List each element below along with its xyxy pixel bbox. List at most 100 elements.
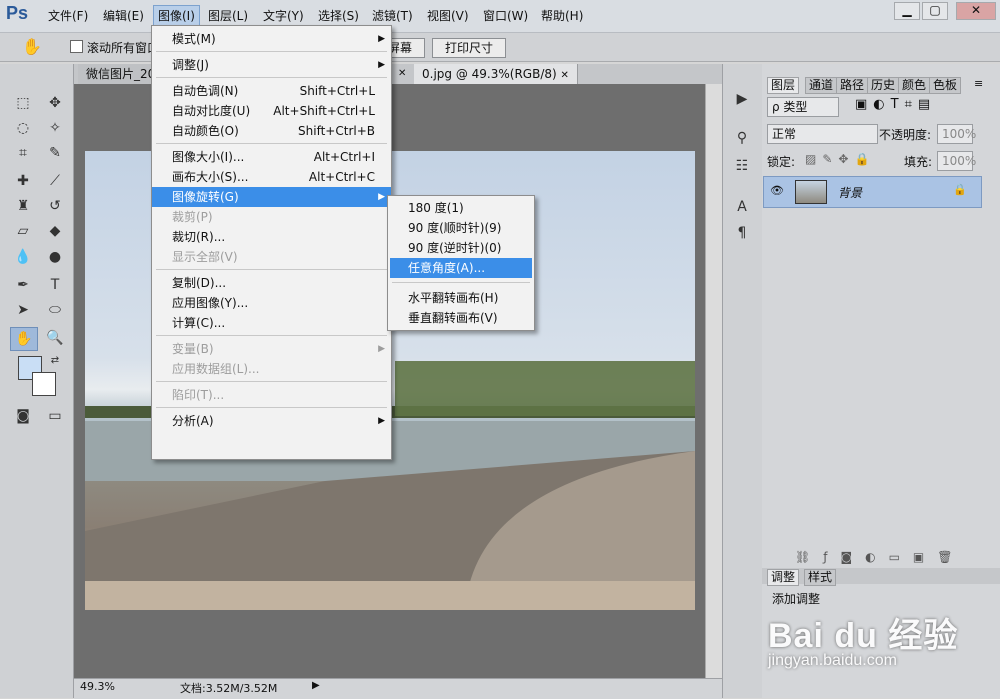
minimize-button[interactable]: ▁ <box>894 2 920 20</box>
menu-filter[interactable]: 滤镜(T) <box>372 7 413 24</box>
paragraph-icon[interactable]: ¶ <box>729 222 755 244</box>
stamp-tool-icon[interactable]: ♜ <box>10 195 36 217</box>
rotation-menu-item[interactable]: 垂直翻转画布(V) <box>390 308 532 328</box>
history-brush-icon[interactable]: ↺ <box>42 195 68 217</box>
swap-colors-icon[interactable]: ⇄ <box>42 350 68 372</box>
layer-filter-select[interactable]: ρ 类型 <box>767 97 839 117</box>
path-select-icon[interactable]: ➤ <box>10 299 36 321</box>
image-menu-item[interactable]: 图像大小(I)... Alt+Ctrl+I <box>152 147 391 167</box>
scroll-all-checkbox[interactable] <box>70 40 83 53</box>
submenu-arrow-icon: ▶ <box>378 344 385 354</box>
hand-tool-icon[interactable]: ✋ <box>22 37 42 56</box>
tab-history[interactable]: 历史 <box>867 77 900 94</box>
zoom-tool-icon[interactable]: 🔍 <box>42 327 68 349</box>
menu-help[interactable]: 帮助(H) <box>541 7 583 24</box>
visibility-eye-icon[interactable]: 👁 <box>770 184 784 197</box>
vertical-scrollbar[interactable] <box>705 84 723 678</box>
image-menu-item[interactable]: 图像旋转(G) ▶ <box>152 187 391 207</box>
lock-icons[interactable]: ▨✎✥🔒 <box>805 152 875 166</box>
menu-item-label: 图像旋转(G) <box>172 190 239 204</box>
image-menu-item[interactable]: 变量(B) ▶ <box>152 339 391 359</box>
background-color-swatch[interactable] <box>32 372 56 396</box>
status-arrow-icon[interactable]: ▶ <box>312 680 320 691</box>
print-size-button[interactable]: 打印尺寸 <box>432 38 507 58</box>
tab-swatches[interactable]: 色板 <box>929 77 962 94</box>
type-tool-icon[interactable]: T <box>42 274 68 296</box>
tab-color[interactable]: 颜色 <box>898 77 931 94</box>
layer-filter-icons[interactable]: ▣◐T⌗▤ <box>855 97 936 112</box>
marquee-tool-icon[interactable]: ⬚ <box>10 92 36 114</box>
panel-menu-icon[interactable]: ≡ <box>974 77 983 90</box>
magic-wand-icon[interactable]: ✧ <box>42 117 68 139</box>
fill-input[interactable]: 100% <box>937 151 976 171</box>
brush-presets-icon[interactable]: ⚲ <box>729 127 755 149</box>
lasso-tool-icon[interactable]: ◌ <box>10 117 36 139</box>
image-menu-item[interactable]: 自动色调(N) Shift+Ctrl+L <box>152 81 391 101</box>
menu-file[interactable]: 文件(F) <box>48 7 88 24</box>
fill-label: 填充: <box>904 155 933 169</box>
menu-separator <box>392 282 530 283</box>
image-menu-item[interactable]: 应用数据组(L)... <box>152 359 391 379</box>
healing-brush-icon[interactable]: ✚ <box>10 170 36 192</box>
sliders-icon[interactable]: ☷ <box>729 155 755 177</box>
menu-view[interactable]: 视图(V) <box>427 7 469 24</box>
tab-channels[interactable]: 通道 <box>805 77 838 94</box>
image-menu-item[interactable]: 画布大小(S)... Alt+Ctrl+C <box>152 167 391 187</box>
move-tool-icon[interactable]: ✥ <box>42 92 68 114</box>
character-icon[interactable]: A <box>729 196 755 218</box>
layer-name[interactable]: 背景 <box>838 184 862 201</box>
rotation-menu-item[interactable]: 任意角度(A)... <box>390 258 532 278</box>
tab-paths[interactable]: 路径 <box>836 77 869 94</box>
rotation-menu-item[interactable]: 90 度(顺时针)(9) <box>390 218 532 238</box>
image-menu-item[interactable]: 计算(C)... <box>152 313 391 333</box>
menu-item-shortcut: Alt+Shift+Ctrl+L <box>273 104 375 118</box>
eraser-tool-icon[interactable]: ▱ <box>10 220 36 242</box>
image-menu-item[interactable]: 分析(A) ▶ <box>152 411 391 431</box>
tab-styles[interactable]: 样式 <box>804 569 837 586</box>
close-icon[interactable]: ✕ <box>561 70 569 81</box>
paint-bucket-icon[interactable]: ◆ <box>42 220 68 242</box>
menu-layer[interactable]: 图层(L) <box>208 7 248 24</box>
image-menu-item[interactable]: 裁切(R)... <box>152 227 391 247</box>
ellipse-tool-icon[interactable]: ⬭ <box>42 299 68 321</box>
pen-tool-icon[interactable]: ✒ <box>10 274 36 296</box>
zoom-level[interactable]: 49.3% <box>80 680 115 693</box>
image-menu-item[interactable]: 陷印(T)... <box>152 385 391 405</box>
layer-lock-icon: 🔒 <box>953 183 967 196</box>
maximize-button[interactable]: ▢ <box>922 2 948 20</box>
layer-actions-bar[interactable]: ⛓ƒ◙◐▭▣🗑 <box>795 550 965 564</box>
brush-tool-icon[interactable]: ⟋ <box>42 170 68 192</box>
close-button[interactable]: ✕ <box>956 2 996 20</box>
crop-tool-icon[interactable]: ⌗ <box>10 142 36 164</box>
image-menu-item[interactable]: 应用图像(Y)... <box>152 293 391 313</box>
dodge-tool-icon[interactable]: ● <box>42 246 68 268</box>
image-menu-item[interactable]: 调整(J) ▶ <box>152 55 391 75</box>
image-menu-item[interactable]: 自动颜色(O) Shift+Ctrl+B <box>152 121 391 141</box>
menu-type[interactable]: 文字(Y) <box>263 7 304 24</box>
image-menu-item[interactable]: 裁剪(P) <box>152 207 391 227</box>
hand-tool-active-icon[interactable]: ✋ <box>10 327 38 351</box>
image-menu-item[interactable]: 模式(M) ▶ <box>152 29 391 49</box>
menu-window[interactable]: 窗口(W) <box>483 7 528 24</box>
image-menu-item[interactable]: 复制(D)... <box>152 273 391 293</box>
menu-separator <box>156 381 387 382</box>
image-menu-item[interactable]: 自动对比度(U) Alt+Shift+Ctrl+L <box>152 101 391 121</box>
tab-layers[interactable]: 图层 <box>767 77 800 94</box>
menu-select[interactable]: 选择(S) <box>318 7 359 24</box>
rotation-menu-item[interactable]: 90 度(逆时针)(0) <box>390 238 532 258</box>
rotation-menu-item[interactable]: 180 度(1) <box>390 198 532 218</box>
menu-image[interactable]: 图像(I) <box>153 5 200 26</box>
eyedropper-icon[interactable]: ✎ <box>42 142 68 164</box>
menu-edit[interactable]: 编辑(E) <box>103 7 144 24</box>
play-icon[interactable]: ▶ <box>729 88 755 110</box>
opacity-input[interactable]: 100% <box>937 124 976 144</box>
tab-adjustments[interactable]: 调整 <box>767 569 800 586</box>
tab-document-2[interactable]: 0.jpg @ 49.3%(RGB/8) ✕ <box>414 64 578 84</box>
blend-mode-select[interactable]: 正常 <box>767 124 878 144</box>
quick-mask-icon[interactable]: ◙ <box>10 405 36 427</box>
tab-close-icon[interactable]: ✕ <box>398 68 406 79</box>
rotation-menu-item[interactable]: 水平翻转画布(H) <box>390 288 532 308</box>
screen-mode-icon[interactable]: ▭ <box>42 405 68 427</box>
image-menu-item[interactable]: 显示全部(V) <box>152 247 391 267</box>
blur-tool-icon[interactable]: 💧 <box>10 246 36 268</box>
